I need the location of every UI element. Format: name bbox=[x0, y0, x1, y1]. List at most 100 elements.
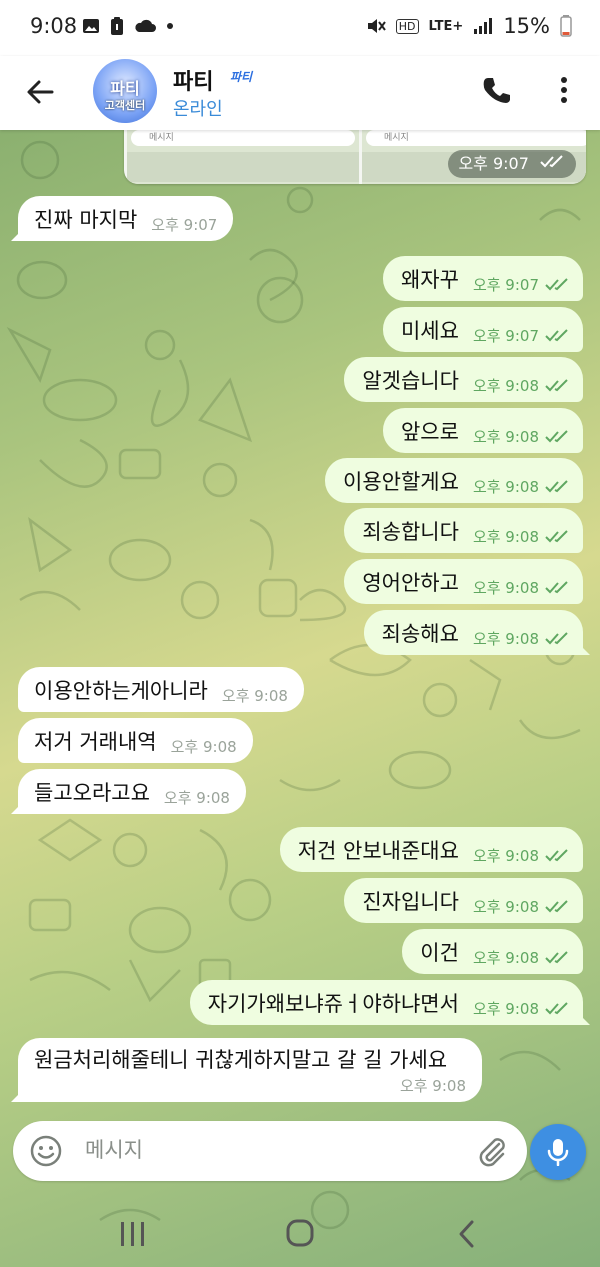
message-text: 들고오라고요 bbox=[34, 780, 150, 805]
message-incoming[interactable]: 이용안하는게아니라 오후 9:08 bbox=[18, 667, 304, 712]
message-incoming[interactable]: 원금처리해줄테니 귀찮게하지말고 갈 길 가세요 오후 9:08 bbox=[18, 1038, 482, 1102]
message-outgoing[interactable]: 진자입니다 오후 9:08 bbox=[344, 878, 583, 923]
recent-apps-icon[interactable] bbox=[112, 1216, 152, 1252]
message-time: 오후 9:08 bbox=[221, 687, 288, 705]
more-vertical-icon[interactable] bbox=[552, 72, 576, 108]
arrow-left-icon[interactable] bbox=[22, 74, 58, 110]
message-outgoing[interactable]: 앞으로 오후 9:08 bbox=[382, 408, 583, 453]
double-check-icon bbox=[545, 631, 568, 644]
preview-timestamp: 오후 9:07 bbox=[448, 150, 576, 178]
message-time: 오후 9:08 bbox=[473, 947, 571, 968]
preview-nav-left bbox=[127, 152, 359, 182]
dot-icon bbox=[167, 23, 173, 29]
message-time: 오후 9:07 bbox=[473, 325, 571, 346]
message-time: 오후 9:08 bbox=[170, 738, 237, 756]
message-outgoing[interactable]: 영어안하고 오후 9:08 bbox=[344, 559, 583, 604]
double-check-icon bbox=[545, 848, 568, 861]
message-time: 오후 9:08 bbox=[473, 998, 571, 1019]
battery-percent: 15% bbox=[503, 14, 550, 38]
message-text: 알겟습니다 bbox=[362, 368, 459, 393]
message-outgoing[interactable]: 이용안할게요 오후 9:08 bbox=[325, 458, 583, 503]
signal-icon bbox=[474, 18, 493, 34]
message-time: 오후 9:08 bbox=[473, 426, 571, 447]
message-time: 오후 9:08 bbox=[473, 896, 571, 917]
preview-input-left: 메시지 bbox=[131, 130, 355, 146]
gallery-icon bbox=[83, 19, 99, 33]
double-check-icon bbox=[545, 479, 568, 492]
message-text: 미세요 bbox=[400, 318, 459, 343]
double-check-icon bbox=[545, 378, 568, 391]
message-time: 오후 9:07 bbox=[151, 216, 218, 234]
message-text: 진짜 마지막 bbox=[34, 207, 138, 232]
hd-voice-badge: HD bbox=[395, 18, 419, 34]
message-outgoing[interactable]: 죄송합니다 오후 9:08 bbox=[344, 508, 583, 553]
message-text: 이용안하는게아니라 bbox=[34, 678, 208, 703]
double-check-icon bbox=[545, 580, 568, 593]
status-bar: 9:08 HD LTE+ 15% bbox=[0, 0, 600, 56]
avatar[interactable]: 파티 고객센터 bbox=[93, 59, 157, 123]
message-text: 자기가왜보냐쥬ㅓ야하냐면서 bbox=[207, 991, 459, 1016]
double-check-icon bbox=[545, 950, 568, 963]
message-outgoing[interactable]: 알겟습니다 오후 9:08 bbox=[344, 357, 583, 402]
chat-header: 파티 고객센터 파티 파티 온라인 bbox=[0, 56, 600, 130]
message-time: 오후 9:08 bbox=[163, 789, 230, 807]
message-time: 오후 9:08 bbox=[473, 845, 571, 866]
message-composer bbox=[13, 1121, 527, 1181]
message-text: 진자입니다 bbox=[362, 889, 459, 914]
message-input[interactable] bbox=[85, 1135, 465, 1165]
message-time: 오후 9:08 bbox=[473, 526, 571, 547]
message-outgoing[interactable]: 미세요 오후 9:07 bbox=[382, 307, 583, 352]
smiley-icon[interactable] bbox=[29, 1134, 63, 1168]
message-time: 오후 9:08 bbox=[473, 375, 571, 396]
voice-record-button[interactable] bbox=[530, 1124, 586, 1180]
double-check-icon bbox=[545, 899, 568, 912]
message-text: 이용안할게요 bbox=[343, 469, 459, 494]
double-check-icon bbox=[545, 529, 568, 542]
status-right-icons: HD LTE+ 15% bbox=[366, 14, 572, 38]
mute-icon bbox=[367, 19, 386, 33]
message-text: 원금처리해줄테니 귀찮게하지말고 갈 길 가세요 bbox=[34, 1048, 448, 1072]
message-outgoing[interactable]: 이건 오후 9:08 bbox=[402, 929, 583, 974]
battery-icon bbox=[560, 15, 572, 37]
double-check-icon bbox=[545, 1001, 568, 1014]
double-check-icon bbox=[545, 328, 568, 341]
message-outgoing[interactable]: 죄송해요 오후 9:08 bbox=[363, 610, 583, 655]
image-message-preview[interactable]: 메시지 메시지 오후 9:07 bbox=[124, 128, 586, 184]
paperclip-icon[interactable] bbox=[475, 1134, 509, 1168]
double-check-icon bbox=[545, 429, 568, 442]
message-outgoing[interactable]: 저건 안보내준대요 오후 9:08 bbox=[279, 827, 583, 872]
status-time: 9:08 bbox=[30, 14, 78, 38]
preview-pane-left: 메시지 bbox=[127, 128, 359, 184]
message-outgoing[interactable]: 왜자꾸 오후 9:07 bbox=[382, 256, 583, 301]
microphone-icon bbox=[547, 1139, 569, 1166]
message-text: 앞으로 bbox=[400, 419, 459, 444]
chat-title[interactable]: 파티 bbox=[173, 64, 213, 96]
message-text: 저건 안보내준대요 bbox=[297, 838, 459, 863]
message-text: 영어안하고 bbox=[362, 570, 459, 595]
system-navigation-bar bbox=[0, 1200, 600, 1267]
preview-time-text: 오후 9:07 bbox=[458, 154, 529, 173]
message-time: 오후 9:07 bbox=[473, 274, 571, 295]
message-incoming[interactable]: 저거 거래내역 오후 9:08 bbox=[18, 718, 253, 763]
avatar-label: 고객센터 bbox=[104, 99, 146, 112]
avatar-title: 파티 bbox=[110, 79, 140, 98]
network-type: LTE+ bbox=[428, 18, 464, 34]
message-incoming[interactable]: 들고오라고요 오후 9:08 bbox=[18, 769, 246, 814]
back-nav-icon[interactable] bbox=[448, 1216, 488, 1252]
preview-input-right: 메시지 bbox=[366, 130, 586, 146]
message-text: 죄송해요 bbox=[381, 621, 459, 646]
message-time: 오후 9:08 bbox=[399, 1077, 466, 1095]
message-text: 이건 bbox=[420, 940, 459, 965]
message-time: 오후 9:08 bbox=[473, 476, 571, 497]
emoji-status-badge: 파티 bbox=[230, 70, 253, 84]
message-time: 오후 9:08 bbox=[473, 577, 571, 598]
clipboard-icon bbox=[111, 17, 123, 35]
message-incoming[interactable]: 진짜 마지막 오후 9:07 bbox=[18, 196, 234, 241]
double-check-icon bbox=[545, 277, 568, 290]
message-outgoing[interactable]: 자기가왜보냐쥬ㅓ야하냐면서 오후 9:08 bbox=[189, 980, 583, 1025]
cloud-icon bbox=[135, 19, 156, 32]
message-time: 오후 9:08 bbox=[473, 628, 571, 649]
home-icon[interactable] bbox=[280, 1216, 320, 1252]
phone-icon[interactable] bbox=[480, 74, 512, 106]
message-text: 저거 거래내역 bbox=[34, 729, 157, 754]
